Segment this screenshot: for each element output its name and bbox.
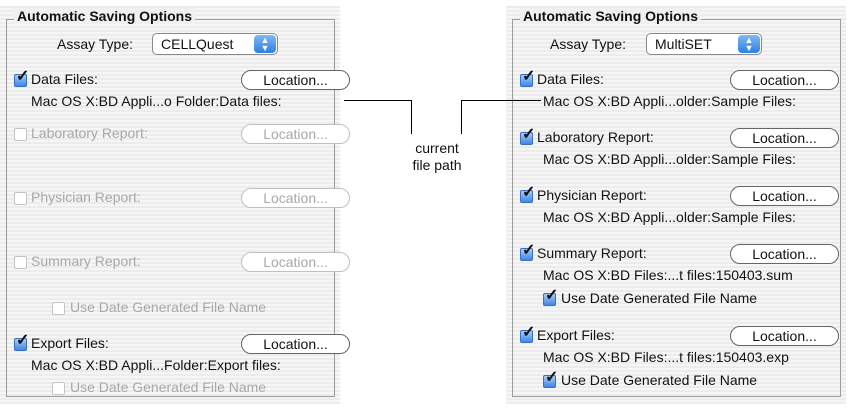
right-export-files-checkbox[interactable]: ✓ — [520, 325, 535, 343]
right-data-files-checkbox[interactable]: ✓ — [520, 69, 535, 87]
right-physician-report-checkbox[interactable]: ✓ — [520, 185, 535, 203]
checkmark-icon: ✓ — [16, 68, 30, 85]
left-data-files-label: Data Files: — [31, 71, 98, 87]
callout-line-left-vertical — [411, 100, 412, 134]
left-export-files-label: Export Files: — [31, 335, 109, 351]
right-summary-report-path: Mac OS X:BD Files:...t files:150403.sum — [543, 267, 793, 283]
right-data-files-location-button[interactable]: Location... — [730, 70, 839, 90]
left-use-date-checkbox-2[interactable] — [52, 382, 65, 395]
left-physician-report-checkbox[interactable] — [14, 192, 27, 205]
checkmark-icon: ✓ — [522, 68, 536, 85]
right-export-files-location-button[interactable]: Location... — [730, 326, 839, 346]
checkmark-icon: ✓ — [522, 184, 536, 201]
right-data-files-label: Data Files: — [537, 71, 604, 87]
right-lab-report-label: Laboratory Report: — [537, 129, 654, 145]
right-physician-report-path: Mac OS X:BD Appli...older:Sample Files: — [543, 209, 796, 225]
left-data-files-checkbox[interactable]: ✓ — [14, 69, 29, 87]
right-summary-report-location-button[interactable]: Location... — [730, 244, 839, 264]
callout-label-line1: current — [415, 140, 459, 156]
right-physician-report-location-button[interactable]: Location... — [730, 186, 839, 206]
callout-label: current file path — [392, 140, 482, 174]
left-export-files-checkbox[interactable]: ✓ — [14, 333, 29, 351]
popup-arrows-icon: ▲ ▼ — [254, 35, 276, 53]
left-lab-report-label: Laboratory Report: — [31, 125, 148, 141]
left-lab-report-checkbox[interactable] — [14, 128, 27, 141]
popup-arrows-icon: ▲ ▼ — [738, 35, 760, 53]
left-data-files-location-button[interactable]: Location... — [241, 70, 350, 90]
checkmark-icon: ✓ — [522, 324, 536, 341]
right-lab-report-location-button[interactable]: Location... — [730, 128, 839, 148]
left-assay-label: Assay Type: — [57, 36, 134, 52]
left-use-date-label-2: Use Date Generated File Name — [70, 379, 267, 395]
left-export-files-location-button[interactable]: Location... — [241, 334, 350, 354]
checkmark-icon: ✓ — [522, 242, 536, 259]
left-assay-type-popup[interactable]: CELLQuest ▲ ▼ — [152, 33, 278, 55]
right-use-date-label-1: Use Date Generated File Name — [561, 290, 758, 306]
right-use-date-label-2: Use Date Generated File Name — [561, 372, 758, 388]
left-summary-report-location-button[interactable]: Location... — [241, 252, 350, 272]
callout-label-line2: file path — [412, 157, 462, 173]
left-physician-report-label: Physician Report: — [31, 189, 141, 205]
right-export-files-label: Export Files: — [537, 327, 615, 343]
left-saving-options-panel: Automatic Saving Options Assay Type: CEL… — [0, 6, 350, 404]
right-saving-options-panel: Automatic Saving Options Assay Type: Mul… — [506, 6, 846, 404]
left-assay-type-value: CELLQuest — [161, 36, 234, 52]
right-use-date-checkbox-2[interactable]: ✓ — [543, 370, 558, 388]
left-summary-report-label: Summary Report: — [31, 253, 141, 269]
right-export-files-path: Mac OS X:BD Files:...t files:150403.exp — [543, 349, 789, 365]
left-panel-title: Automatic Saving Options — [14, 8, 196, 24]
left-data-files-path: Mac OS X:BD Appli...o Folder:Data files: — [31, 93, 282, 109]
left-export-files-path: Mac OS X:BD Appli...Folder:Export files: — [31, 357, 281, 373]
checkmark-icon: ✓ — [522, 126, 536, 143]
callout-line-right-horizontal — [461, 100, 541, 101]
checkmark-icon: ✓ — [16, 332, 30, 349]
right-lab-report-checkbox[interactable]: ✓ — [520, 127, 535, 145]
checkmark-icon: ✓ — [545, 287, 559, 304]
callout-line-right-vertical — [461, 100, 462, 134]
callout-line-left-horizontal — [344, 100, 412, 101]
right-assay-type-popup[interactable]: MultiSET ▲ ▼ — [646, 33, 762, 55]
right-assay-type-value: MultiSET — [655, 36, 712, 52]
left-summary-report-checkbox[interactable] — [14, 256, 27, 269]
left-use-date-checkbox-1[interactable] — [52, 302, 65, 315]
right-panel-title: Automatic Saving Options — [520, 8, 702, 24]
left-lab-report-location-button[interactable]: Location... — [241, 124, 350, 144]
right-lab-report-path: Mac OS X:BD Appli...older:Sample Files: — [543, 151, 796, 167]
right-physician-report-label: Physician Report: — [537, 187, 647, 203]
right-summary-report-label: Summary Report: — [537, 245, 647, 261]
right-summary-report-checkbox[interactable]: ✓ — [520, 243, 535, 261]
right-use-date-checkbox-1[interactable]: ✓ — [543, 288, 558, 306]
right-data-files-path: Mac OS X:BD Appli...older:Sample Files: — [543, 93, 796, 109]
right-assay-label: Assay Type: — [550, 36, 627, 52]
left-use-date-label-1: Use Date Generated File Name — [70, 299, 267, 315]
left-physician-report-location-button[interactable]: Location... — [241, 188, 350, 208]
checkmark-icon: ✓ — [545, 369, 559, 386]
